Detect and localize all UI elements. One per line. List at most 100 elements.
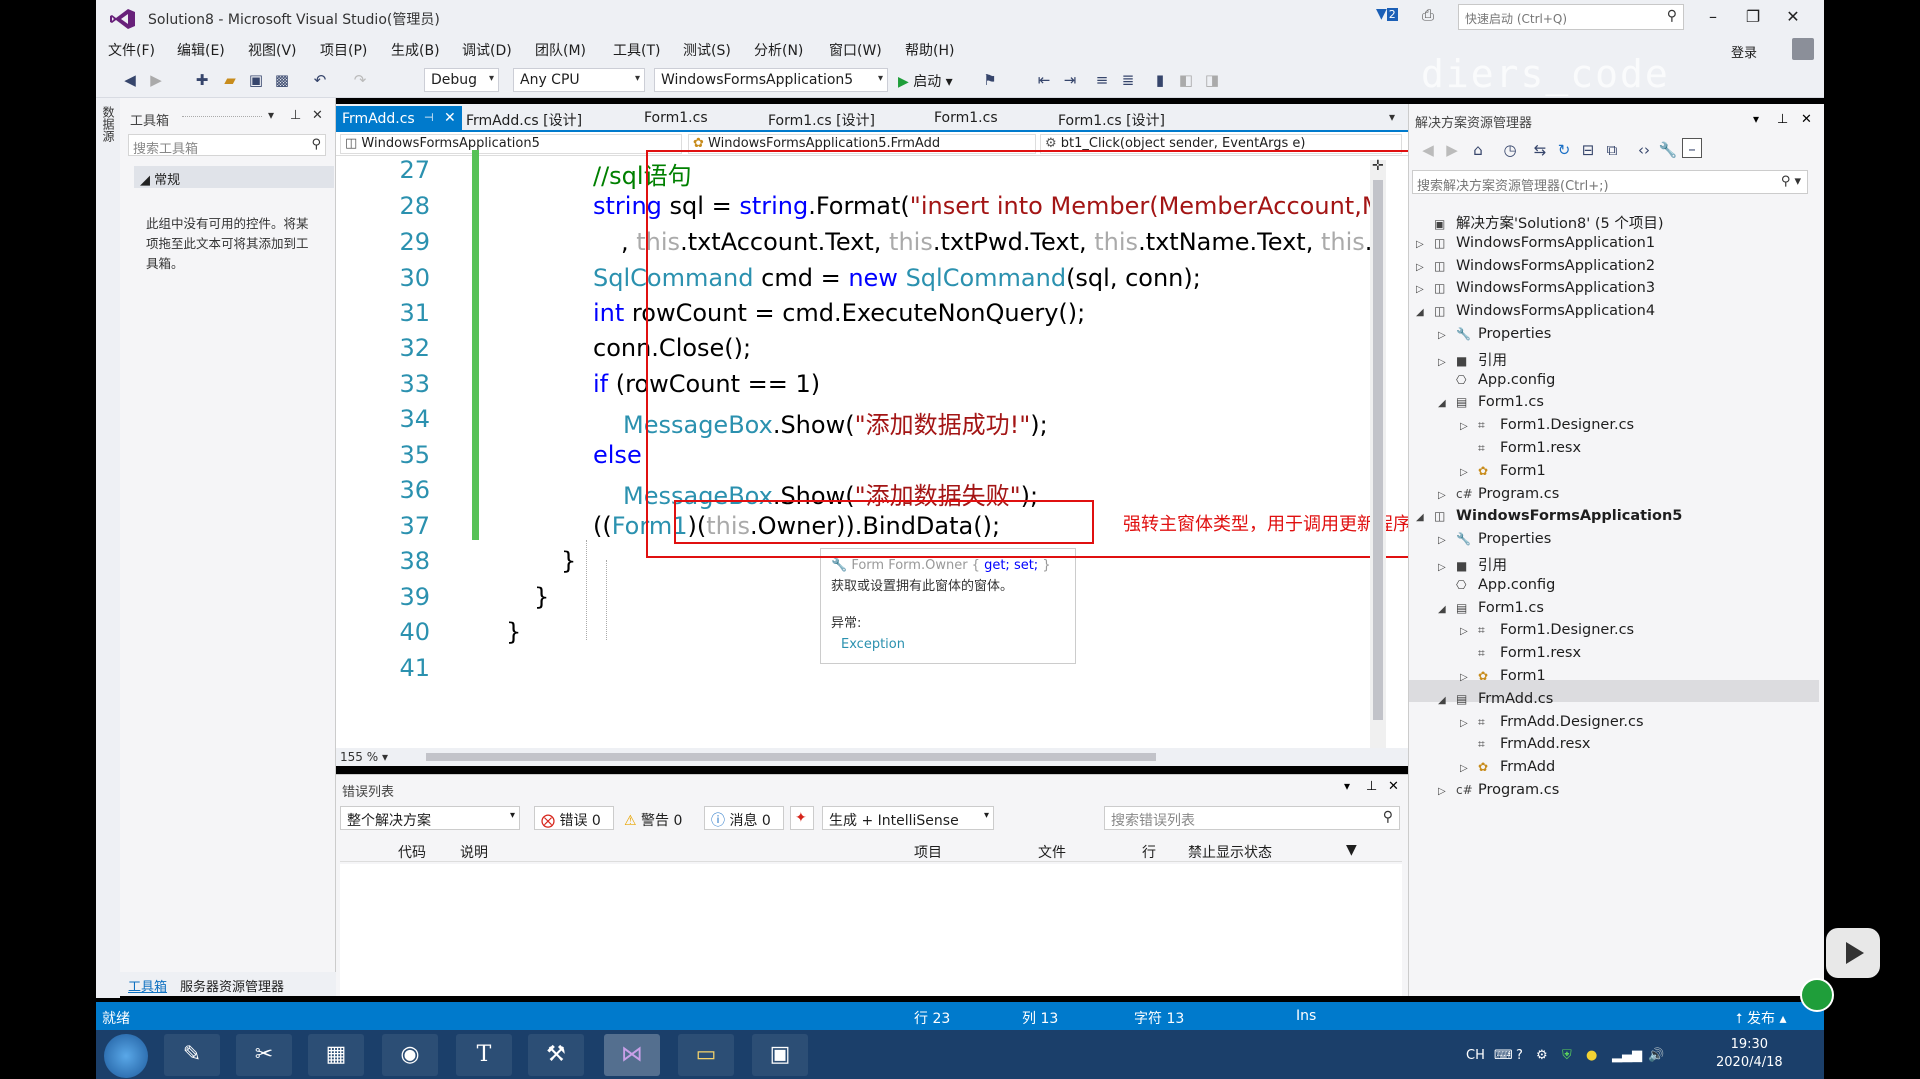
new-project-icon[interactable]: ✚ [192, 70, 212, 90]
expand-icon[interactable]: ▷ [1438, 535, 1456, 546]
taskbar-recorder-icon[interactable]: ▣ [752, 1034, 808, 1076]
expand-icon[interactable]: ▷ [1438, 330, 1456, 341]
tree-item[interactable]: ▣ 解决方案'Solution8' (5 个项目) [1416, 212, 1664, 233]
save-icon[interactable]: ▣ [246, 70, 266, 90]
uncomment-icon[interactable]: ≣ [1118, 70, 1138, 90]
tree-item[interactable]: ▷ ✿ Form1 [1460, 463, 1546, 479]
tray-network-icon[interactable]: ▂▄▆ [1612, 1048, 1642, 1063]
close-button[interactable]: ✕ [1776, 4, 1810, 30]
expand-icon[interactable]: ▷ [1460, 421, 1478, 432]
toolbox-search-input[interactable]: 搜索工具箱 ⚲ [128, 134, 326, 157]
minimize-button[interactable]: – [1696, 4, 1730, 30]
prev-bookmark-icon[interactable]: ◧ [1176, 70, 1196, 90]
tab-overflow-icon[interactable]: ▾ [1389, 110, 1395, 124]
expand-icon[interactable]: ▷ [1460, 467, 1478, 478]
menu-project[interactable]: 项目(P) [320, 40, 367, 60]
collapse-icon[interactable]: ◢ [1416, 307, 1434, 318]
taskbar-chrome-icon[interactable]: ◉ [382, 1034, 438, 1076]
restore-button[interactable]: ❐ [1736, 4, 1770, 30]
filter-funnel-icon[interactable]: ▼ [1346, 842, 1357, 858]
collapse-icon[interactable]: ◢ [1438, 604, 1456, 615]
tree-item[interactable]: ⌗ FrmAdd.resx [1460, 736, 1591, 752]
show-all-files-icon[interactable]: ⧉ [1602, 140, 1622, 160]
expand-icon[interactable]: ▷ [1416, 239, 1434, 250]
indent-icon[interactable]: ⇤ [1034, 70, 1054, 90]
errors-filter-button[interactable]: ⨂ 错误 0 [534, 806, 614, 830]
menu-help[interactable]: 帮助(H) [905, 40, 954, 60]
properties-icon[interactable]: 🔧 [1658, 140, 1678, 160]
tree-item[interactable]: ▷ ✿ FrmAdd [1460, 759, 1555, 775]
menu-analyze[interactable]: 分析(N) [754, 40, 803, 60]
tab-toolbox[interactable]: 工具箱 [128, 976, 167, 995]
tree-item[interactable]: ◢ ▤ Form1.cs [1438, 600, 1544, 616]
tree-item[interactable]: ▷ 🔧 Properties [1438, 531, 1551, 547]
project-nav-select[interactable]: ◫ WindowsFormsApplication5 [340, 134, 682, 154]
tree-item[interactable]: ◢ ▤ FrmAdd.cs [1438, 691, 1553, 707]
filter-icon[interactable]: ✦ [790, 806, 814, 830]
taskbar-visual-studio-icon[interactable]: ⋈ [604, 1034, 660, 1076]
tree-item[interactable]: ▷ ⌗ FrmAdd.Designer.cs [1460, 714, 1644, 730]
start-orb-icon[interactable] [104, 1034, 148, 1078]
menu-file[interactable]: 文件(F) [108, 40, 155, 60]
comment-icon[interactable]: ≡ [1092, 70, 1112, 90]
close-icon[interactable]: ✕ [312, 108, 323, 123]
tree-item[interactable]: ▷ 🔧 Properties [1438, 326, 1551, 342]
expand-icon[interactable]: ▷ [1438, 490, 1456, 501]
split-icon[interactable]: ✛ [1372, 158, 1384, 174]
taskbar-typora-icon[interactable]: T [456, 1034, 512, 1076]
menu-test[interactable]: 测试(S) [683, 40, 731, 60]
publish-button[interactable]: ⭡ 发布 ▴ [1736, 1008, 1787, 1028]
notification-flag-icon[interactable]: ▼ 2 [1376, 6, 1398, 22]
menu-window[interactable]: 窗口(W) [829, 40, 882, 60]
tab-frmadd-design[interactable]: FrmAdd.cs [设计] [466, 110, 582, 130]
tree-item[interactable]: ▷ ◫ WindowsFormsApplication2 [1416, 258, 1655, 274]
tray-volume-icon[interactable]: 🔊 [1648, 1048, 1664, 1063]
pin-icon[interactable]: ⊥ [290, 108, 301, 123]
tree-item[interactable]: ▷ ■ 引用 [1438, 349, 1507, 370]
refresh-icon[interactable]: ↻ [1554, 140, 1574, 160]
tree-item[interactable]: ▷ ⌗ Form1.Designer.cs [1460, 417, 1634, 433]
menu-edit[interactable]: 编辑(E) [177, 40, 225, 60]
col-line[interactable]: 行 [1142, 842, 1156, 862]
expand-icon[interactable]: ▷ [1438, 357, 1456, 368]
col-code[interactable]: 代码 [398, 842, 426, 862]
redo-icon[interactable]: ↷ [350, 70, 370, 90]
col-suppression[interactable]: 禁止显示状态 [1188, 842, 1272, 862]
menu-debug[interactable]: 调试(D) [462, 40, 512, 60]
tree-item[interactable]: ◢ ◫ WindowsFormsApplication5 [1416, 508, 1682, 524]
view-code-icon[interactable]: ‹› [1634, 140, 1654, 160]
forward-icon[interactable]: ▶ [146, 70, 166, 90]
collapse-icon[interactable]: ◢ [1438, 398, 1456, 409]
history-icon[interactable]: ◷ [1500, 140, 1520, 160]
undo-icon[interactable]: ↶ [310, 70, 330, 90]
forward-icon[interactable]: ▶ [1442, 140, 1462, 160]
tree-item[interactable]: ▷ ⌗ Form1.Designer.cs [1460, 622, 1634, 638]
solution-config-select[interactable]: Debug ▾ [424, 68, 499, 92]
outdent-icon[interactable]: ⇥ [1060, 70, 1080, 90]
tab-form1-design[interactable]: Form1.cs [设计] [768, 110, 875, 130]
tray-help-icon[interactable]: ? [1516, 1048, 1523, 1063]
tab-form1-cs-2[interactable]: Form1.cs [934, 110, 998, 126]
tree-item[interactable]: ▷ ◫ WindowsFormsApplication3 [1416, 280, 1655, 296]
tab-server-explorer[interactable]: 服务器资源管理器 [180, 976, 284, 995]
build-filter-select[interactable]: 生成 + IntelliSense ▾ [822, 806, 994, 830]
next-bookmark-icon[interactable]: ◨ [1202, 70, 1222, 90]
horizontal-scroll-thumb[interactable] [426, 753, 1156, 761]
dropdown-icon[interactable]: ▾ [1753, 112, 1759, 126]
expand-icon[interactable]: ▷ [1460, 763, 1478, 774]
login-link[interactable]: 登录 [1731, 42, 1757, 61]
find-icon[interactable]: ⚑ [980, 70, 1000, 90]
tree-item[interactable]: ⌗ Form1.resx [1460, 440, 1581, 456]
tree-item[interactable]: ⎔ App.config [1438, 577, 1555, 593]
toolbox-group-general[interactable]: ◢ 常规 [134, 166, 334, 188]
col-description[interactable]: 说明 [460, 842, 488, 862]
avatar[interactable] [1792, 38, 1814, 60]
open-file-icon[interactable]: ▰ [220, 70, 240, 90]
tree-item[interactable]: ⎔ App.config [1438, 372, 1555, 388]
messages-filter-button[interactable]: ⓘ 消息 0 [704, 806, 784, 830]
scroll-thumb[interactable] [1373, 180, 1383, 720]
sync-icon[interactable]: ⇆ [1530, 140, 1550, 160]
taskbar-tool-icon[interactable]: ✎ [164, 1034, 220, 1076]
collapse-all-icon[interactable]: ⊟ [1578, 140, 1598, 160]
tray-language[interactable]: CH [1466, 1048, 1485, 1063]
